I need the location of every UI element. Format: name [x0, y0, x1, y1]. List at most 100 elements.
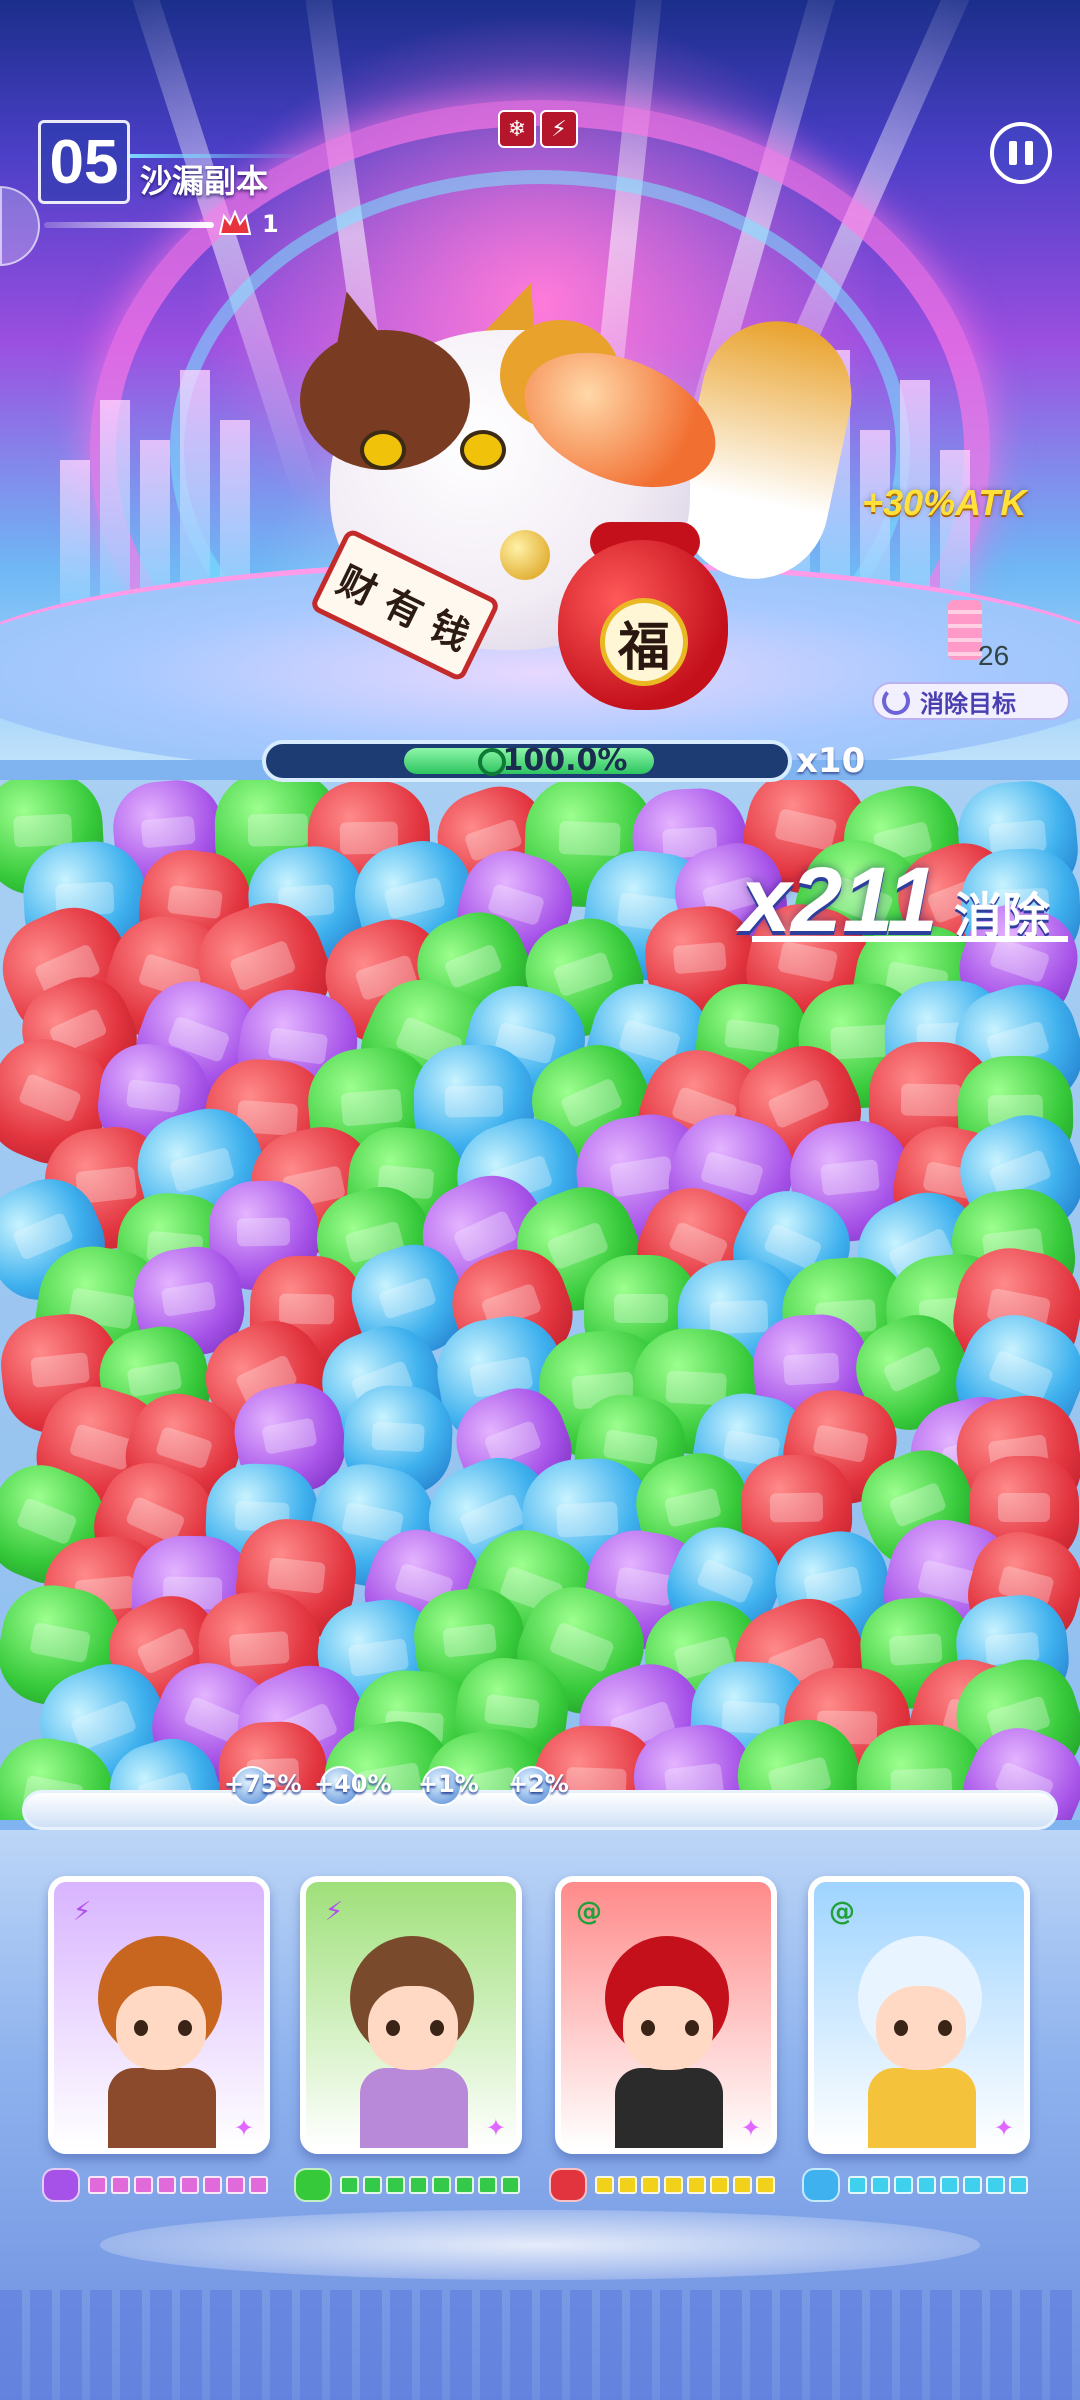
- target-button[interactable]: 消除目标: [872, 682, 1070, 720]
- hero-eye: [386, 2020, 400, 2036]
- sparkle-icon: ✦: [993, 2114, 1014, 2142]
- energy-segment: [249, 2176, 268, 2194]
- energy-segment: [733, 2176, 752, 2194]
- lucky-bag-label: 福: [600, 598, 688, 686]
- energy-segment: [595, 2176, 614, 2194]
- target-label: 消除目标: [920, 689, 1016, 718]
- cat-eye: [360, 430, 406, 470]
- swirl-icon: @: [576, 1897, 602, 1927]
- hero-body: [868, 2068, 976, 2148]
- pause-icon: [1025, 141, 1033, 165]
- hero-energy-bar: [294, 2168, 520, 2202]
- snowflake-icon: ❄: [498, 110, 536, 148]
- hero-eye: [938, 2020, 952, 2036]
- energy-segment: [1009, 2176, 1028, 2194]
- bonus-value: +40%: [314, 1770, 392, 1798]
- energy-segment: [687, 2176, 706, 2194]
- energy-segment: [501, 2176, 520, 2194]
- energy-segment: [111, 2176, 130, 2194]
- boss-hp-multiplier: x10: [796, 741, 866, 781]
- hero-eye: [430, 2020, 444, 2036]
- energy-segment: [455, 2176, 474, 2194]
- energy-segment: [710, 2176, 729, 2194]
- lightning-icon: ⚡: [72, 1897, 92, 1927]
- hero-face: [623, 1986, 713, 2070]
- energy-segment: [641, 2176, 660, 2194]
- hero-eye: [685, 2020, 699, 2036]
- atk-bonus-text: +30%ATK: [862, 482, 1027, 523]
- target-stack-icon: [948, 600, 982, 660]
- gem-type-icon: [549, 2168, 587, 2202]
- energy-segment: [848, 2176, 867, 2194]
- lucky-cat-boss[interactable]: 财 有 钱 福: [290, 267, 866, 720]
- equalizer-bar: [940, 450, 970, 610]
- gem-type-icon: [802, 2168, 840, 2202]
- hero-body: [360, 2068, 468, 2148]
- energy-segment: [963, 2176, 982, 2194]
- energy-segment: [88, 2176, 107, 2194]
- bell-icon: [500, 530, 550, 580]
- swirl-icon: @: [829, 1897, 855, 1927]
- energy-segment: [180, 2176, 199, 2194]
- energy-segment: [478, 2176, 497, 2194]
- astronaut-dog-hero-card[interactable]: @ ✦: [808, 1876, 1030, 2154]
- equalizer-floor: [0, 2290, 1080, 2400]
- opera-hero-card[interactable]: @ ✦: [555, 1876, 777, 2154]
- combo-underline: [752, 936, 1068, 942]
- bonus-value: +1%: [418, 1770, 479, 1798]
- panel-glow: [100, 2210, 980, 2280]
- hero-face: [368, 1986, 458, 2070]
- energy-segment: [940, 2176, 959, 2194]
- lightning-icon: ⚡: [324, 1897, 344, 1927]
- hero-face: [876, 1986, 966, 2070]
- energy-segment: [340, 2176, 359, 2194]
- refresh-icon: [882, 687, 910, 715]
- hero-energy-bar: [802, 2168, 1028, 2202]
- sparkle-icon: ✦: [740, 2114, 761, 2142]
- energy-segment: [203, 2176, 222, 2194]
- sparkle-icon: ✦: [233, 2114, 254, 2142]
- target-count: 26: [978, 640, 1010, 671]
- skull-hat-hero-card[interactable]: ⚡ ✦: [300, 1876, 522, 2154]
- gem-type-icon: [294, 2168, 332, 2202]
- buff-icons: ❄ ⚡: [498, 110, 578, 148]
- level-name: 沙漏副本: [140, 162, 269, 200]
- energy-segment: [226, 2176, 245, 2194]
- crown-life-icon: [218, 209, 252, 235]
- pause-button[interactable]: [990, 122, 1052, 184]
- energy-segment: [386, 2176, 405, 2194]
- claw-icon: ⚡: [540, 110, 578, 148]
- equalizer-bar: [180, 370, 210, 610]
- energy-segment: [134, 2176, 153, 2194]
- energy-segment: [157, 2176, 176, 2194]
- energy-segment: [363, 2176, 382, 2194]
- hero-eye: [134, 2020, 148, 2036]
- level-badge: 05: [38, 120, 130, 204]
- hero-face: [116, 1986, 206, 2070]
- lion-hood-hero-card[interactable]: ⚡ ✦: [48, 1876, 270, 2154]
- hero-energy-bar: [549, 2168, 775, 2202]
- hero-energy-bar: [42, 2168, 268, 2202]
- hero-eye: [178, 2020, 192, 2036]
- energy-segment: [986, 2176, 1005, 2194]
- hero-body: [108, 2068, 216, 2148]
- energy-segment: [618, 2176, 637, 2194]
- energy-segment: [664, 2176, 683, 2194]
- hero-eye: [641, 2020, 655, 2036]
- bonus-value: +2%: [508, 1770, 569, 1798]
- hero-body: [615, 2068, 723, 2148]
- energy-segment: [432, 2176, 451, 2194]
- cat-eye: [460, 430, 506, 470]
- boss-hp-percent: 100.0%: [502, 743, 628, 778]
- bonus-value: +75%: [224, 1770, 302, 1798]
- equalizer-bar: [100, 400, 130, 610]
- energy-segment: [756, 2176, 775, 2194]
- level-number: 05: [49, 127, 119, 197]
- sparkle-icon: ✦: [485, 2114, 506, 2142]
- gem-type-icon: [42, 2168, 80, 2202]
- equalizer-bar: [60, 460, 90, 610]
- lives-count: 1: [262, 210, 279, 238]
- energy-segment: [871, 2176, 890, 2194]
- energy-segment: [894, 2176, 913, 2194]
- hero-eye: [894, 2020, 908, 2036]
